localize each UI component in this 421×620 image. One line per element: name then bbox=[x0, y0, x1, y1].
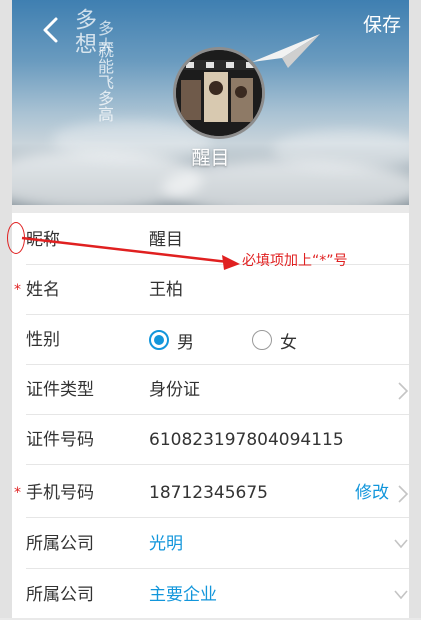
annotation-arrow bbox=[21, 236, 240, 270]
annotation-note: 必填项加上“*”号 bbox=[242, 253, 348, 269]
